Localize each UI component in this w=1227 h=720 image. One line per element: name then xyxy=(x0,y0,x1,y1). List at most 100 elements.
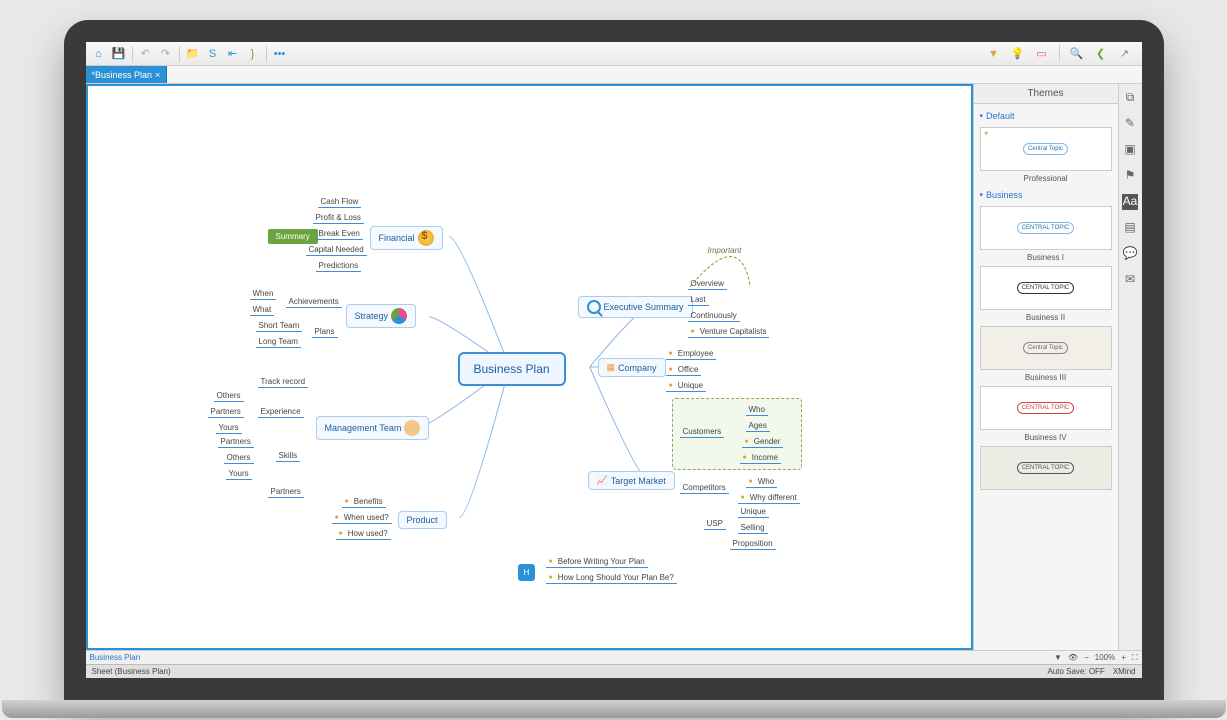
leaf-usp[interactable]: USP xyxy=(704,518,726,530)
theme-business-4[interactable]: CENTRAL TOPIC xyxy=(980,386,1112,430)
leaf-experience[interactable]: Experience xyxy=(258,406,304,418)
marker-icon[interactable]: ✎ xyxy=(1122,116,1138,132)
indent-icon[interactable]: ⇤ xyxy=(224,45,242,63)
leaf-whydiff[interactable]: Why different xyxy=(738,492,800,504)
mindmap-canvas[interactable]: Business Plan Summary Financial Cash Flo… xyxy=(86,84,973,650)
outline-icon[interactable]: ⧉ xyxy=(1122,90,1138,106)
theme-business-5[interactable]: CENTRAL TOPIC xyxy=(980,446,1112,490)
leaf-proposition[interactable]: Proposition xyxy=(730,538,776,550)
notes-icon[interactable]: ▤ xyxy=(1122,220,1138,236)
topic-product[interactable]: Product xyxy=(398,511,447,529)
leaf-achievements[interactable]: Achievements xyxy=(286,296,342,308)
idea-icon[interactable]: 💡 xyxy=(1009,45,1027,63)
leaf-when[interactable]: When xyxy=(250,288,277,300)
leaf-others1[interactable]: Others xyxy=(214,390,244,402)
strike-icon[interactable]: S xyxy=(204,45,222,63)
filter-icon[interactable]: ▼ xyxy=(1054,653,1062,663)
leaf-last[interactable]: Last xyxy=(688,294,709,306)
leaf-gender[interactable]: Gender xyxy=(742,436,784,448)
leaf-profitloss[interactable]: Profit & Loss xyxy=(313,212,364,224)
redo-icon[interactable]: ↷ xyxy=(157,45,175,63)
leaf-benefits[interactable]: Benefits xyxy=(342,496,386,508)
close-icon[interactable]: } xyxy=(244,45,262,63)
theme-business-2[interactable]: CENTRAL TOPIC xyxy=(980,266,1112,310)
category-business[interactable]: Business xyxy=(980,187,1112,203)
search-icon[interactable]: 🔍 xyxy=(1068,45,1086,63)
save-icon[interactable]: 💾 xyxy=(110,45,128,63)
leaf-trackrecord[interactable]: Track record xyxy=(258,376,309,388)
leaf-yours2[interactable]: Yours xyxy=(226,468,252,480)
export-icon[interactable]: ↗ xyxy=(1116,45,1134,63)
tab-title: *Business Plan xyxy=(92,70,153,80)
undo-icon[interactable]: ↶ xyxy=(137,45,155,63)
chart-icon: 📈 xyxy=(597,475,608,486)
eye-icon[interactable]: 👁 xyxy=(1068,653,1078,663)
central-topic[interactable]: Business Plan xyxy=(458,352,566,386)
leaf-income[interactable]: Income xyxy=(740,452,781,464)
theme-professional[interactable]: ★ Central Topic xyxy=(980,127,1112,171)
fill-icon[interactable]: Aa xyxy=(1122,194,1138,210)
summary-tag[interactable]: Summary xyxy=(268,229,318,244)
leaf-who2[interactable]: Who xyxy=(746,476,778,488)
leaf-continuously[interactable]: Continuously xyxy=(688,310,740,322)
category-default[interactable]: Default xyxy=(980,108,1112,124)
comments-icon[interactable]: 💬 xyxy=(1122,246,1138,262)
image-icon[interactable]: ▣ xyxy=(1122,142,1138,158)
leaf-competitors[interactable]: Competitors xyxy=(680,482,729,494)
leaf-partners2[interactable]: Partners xyxy=(218,436,254,448)
leaf-skills[interactable]: Skills xyxy=(276,450,301,462)
topic-target[interactable]: 📈 Target Market xyxy=(588,471,675,490)
leaf-partners3[interactable]: Partners xyxy=(268,486,304,498)
leaf-breakeven[interactable]: Break Even xyxy=(316,228,363,240)
open-icon[interactable]: 📁 xyxy=(184,45,202,63)
leaf-partners1[interactable]: Partners xyxy=(208,406,244,418)
topic-executive[interactable]: Executive Summary xyxy=(578,296,693,318)
share-icon[interactable]: ❮ xyxy=(1092,45,1110,63)
leaf-who[interactable]: Who xyxy=(746,404,768,416)
leaf-what[interactable]: What xyxy=(250,304,275,316)
leaf-customers[interactable]: Customers xyxy=(680,426,725,438)
leaf-ages[interactable]: Ages xyxy=(746,420,770,432)
leaf-plans[interactable]: Plans xyxy=(312,326,338,338)
home-icon[interactable]: ⌂ xyxy=(90,45,108,63)
more-icon[interactable]: ••• xyxy=(271,45,289,63)
float-item-2[interactable]: How Long Should Your Plan Be? xyxy=(546,572,677,584)
fit-icon[interactable]: ⛶ xyxy=(1132,653,1138,663)
task-icon[interactable]: ▭ xyxy=(1033,45,1051,63)
tab-close-icon[interactable]: × xyxy=(155,70,160,80)
leaf-shortteam[interactable]: Short Team xyxy=(256,320,303,332)
leaf-predictions[interactable]: Predictions xyxy=(316,260,362,272)
topic-strategy[interactable]: Strategy xyxy=(346,304,417,328)
leaf-howused[interactable]: How used? xyxy=(336,528,391,540)
leaf-unique2[interactable]: Unique xyxy=(738,506,769,518)
topic-label: Executive Summary xyxy=(604,302,684,312)
leaf-longteam[interactable]: Long Team xyxy=(256,336,301,348)
task-icon[interactable]: ✉ xyxy=(1122,272,1138,288)
leaf-overview[interactable]: Overview xyxy=(688,278,727,290)
theme-business-1[interactable]: CENTRAL TOPIC xyxy=(980,206,1112,250)
topic-management[interactable]: Management Team xyxy=(316,416,430,440)
leaf-whenused[interactable]: When used? xyxy=(332,512,392,524)
presentation-icon[interactable]: ▼ xyxy=(985,45,1003,63)
floating-topic[interactable]: H xyxy=(518,564,536,581)
sheet-tab[interactable]: Business Plan xyxy=(90,653,141,662)
leaf-capital[interactable]: Capital Needed xyxy=(306,244,367,256)
leaf-cashflow[interactable]: Cash Flow xyxy=(318,196,362,208)
separator xyxy=(1059,45,1060,61)
topic-financial[interactable]: Financial xyxy=(370,226,443,250)
leaf-others2[interactable]: Others xyxy=(224,452,254,464)
topic-label: Financial xyxy=(379,233,415,243)
leaf-selling[interactable]: Selling xyxy=(738,522,768,534)
float-item-1[interactable]: Before Writing Your Plan xyxy=(546,556,648,568)
zoom-out-icon[interactable]: − xyxy=(1084,653,1089,663)
leaf-employee[interactable]: Employee xyxy=(666,348,717,360)
flag-icon[interactable]: ⚑ xyxy=(1122,168,1138,184)
leaf-yours1[interactable]: Yours xyxy=(216,422,242,434)
theme-business-3[interactable]: Central Topic xyxy=(980,326,1112,370)
tab-business-plan[interactable]: *Business Plan × xyxy=(86,66,168,83)
zoom-in-icon[interactable]: + xyxy=(1121,653,1126,663)
leaf-unique[interactable]: Unique xyxy=(666,380,707,392)
leaf-office[interactable]: Office xyxy=(666,364,702,376)
leaf-venture[interactable]: Venture Capitalists xyxy=(688,326,770,338)
topic-company[interactable]: ▦ Company xyxy=(598,358,666,377)
